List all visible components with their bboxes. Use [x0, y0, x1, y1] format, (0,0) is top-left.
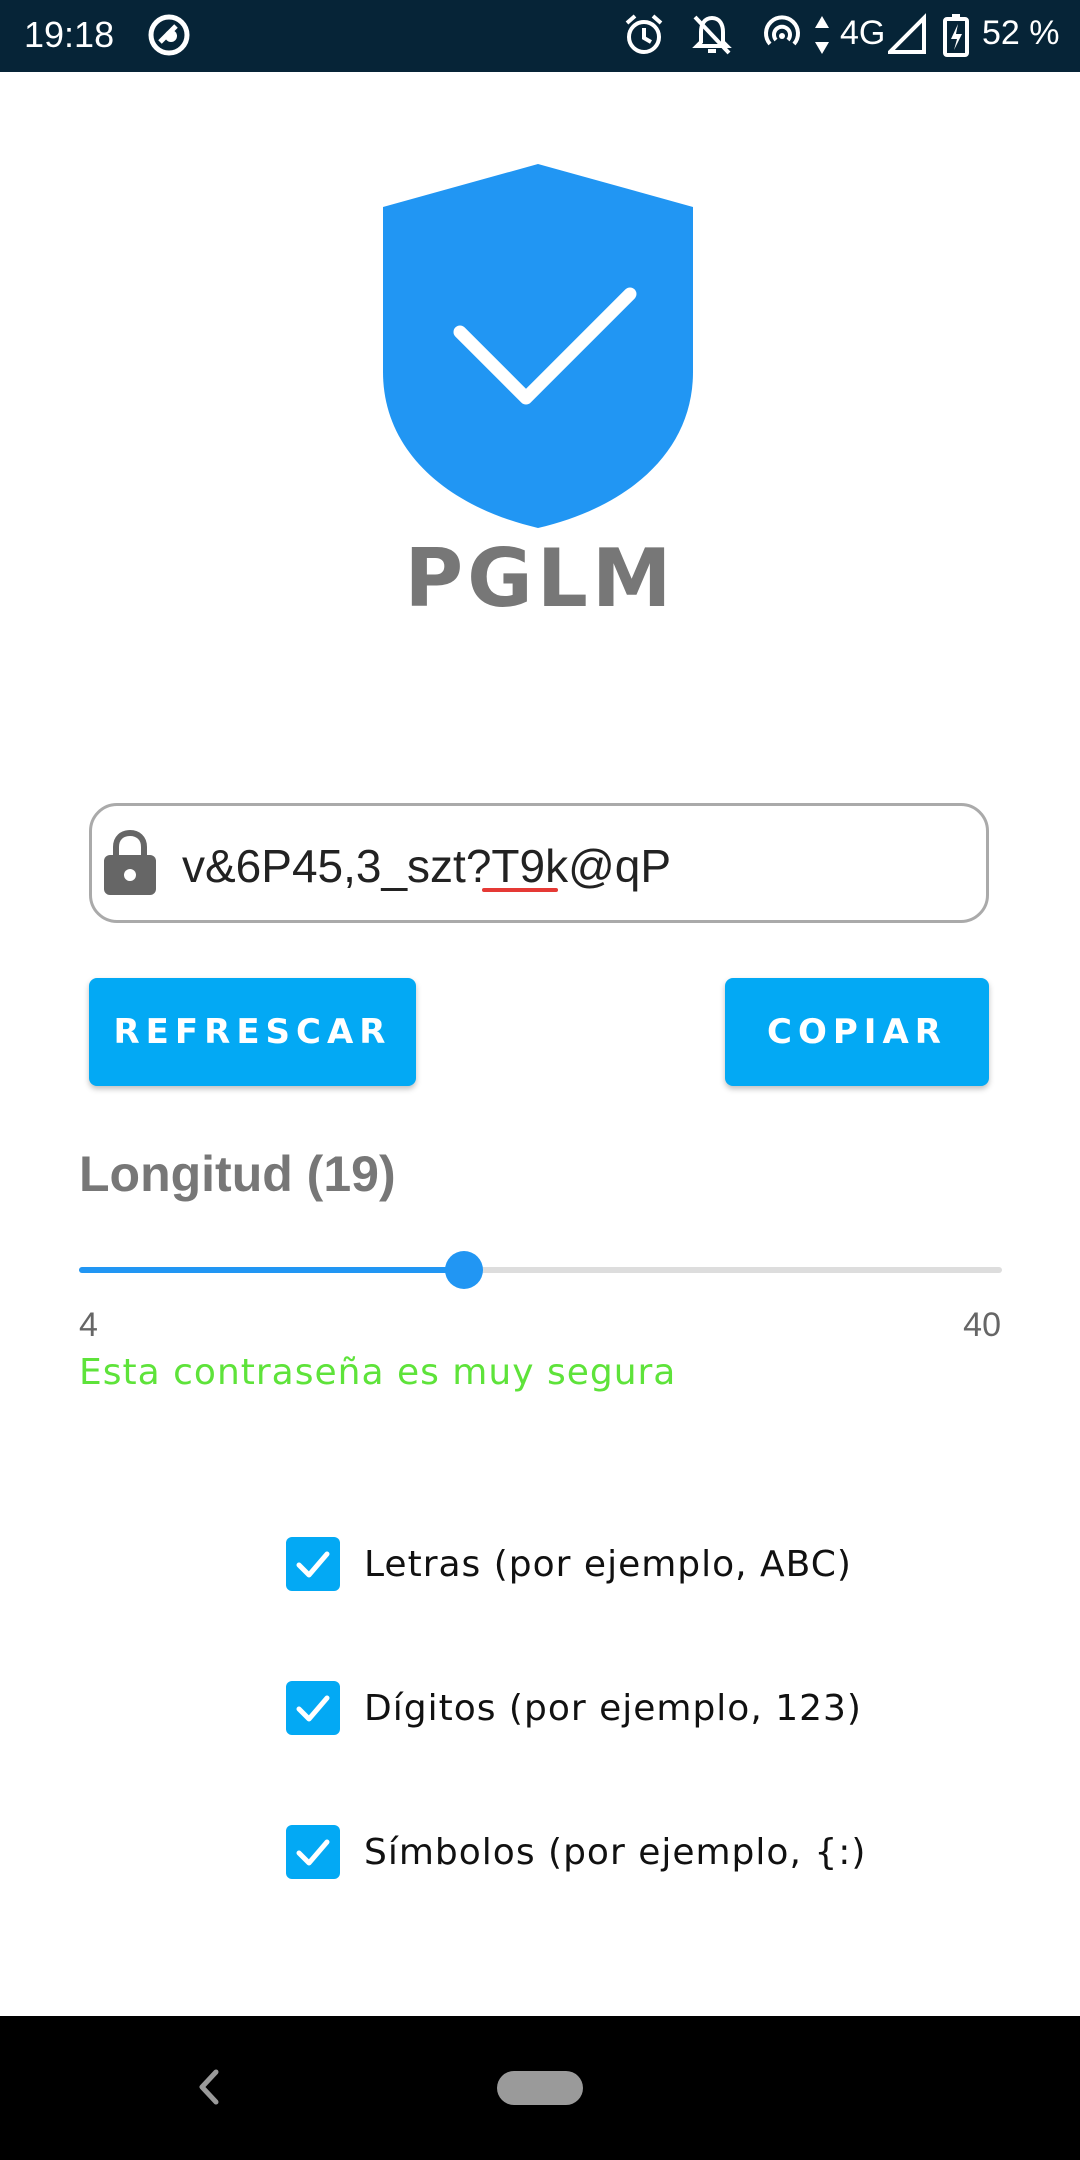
- do-not-disturb-icon: [692, 15, 732, 55]
- app-notification-icon: [148, 14, 190, 56]
- length-slider[interactable]: [79, 1248, 1002, 1292]
- slider-max-label: 40: [963, 1306, 1001, 1344]
- hotspot-icon: [764, 15, 800, 46]
- signal-icon: [888, 13, 926, 54]
- password-value[interactable]: v&6P45,3_szt?T9k@qP: [182, 839, 671, 893]
- length-label: Longitud (19): [79, 1146, 396, 1202]
- data-arrows-icon: [815, 16, 829, 54]
- password-field[interactable]: v&6P45,3_szt?T9k@qP: [89, 803, 989, 923]
- lock-icon: [104, 830, 156, 895]
- copy-button[interactable]: COPIAR: [725, 978, 989, 1086]
- checkbox-symbols[interactable]: [286, 1825, 340, 1879]
- battery-level: 52 %: [982, 14, 1060, 52]
- option-digits[interactable]: Dígitos (por ejemplo, 123): [286, 1680, 862, 1736]
- refresh-button[interactable]: REFRESCAR: [89, 978, 416, 1086]
- check-icon: [296, 1551, 330, 1578]
- home-pill-button[interactable]: [497, 2071, 583, 2105]
- strength-message: Esta contraseña es muy segura: [79, 1352, 677, 1393]
- navigation-bar: [0, 2016, 1080, 2160]
- status-bar: 19:18 4G 52 %: [0, 0, 1080, 72]
- network-type: 4G: [840, 14, 886, 52]
- check-icon: [296, 1839, 330, 1866]
- battery-charging-icon: [943, 14, 969, 57]
- app-title: PGLM: [404, 532, 676, 625]
- spellcheck-underline: [482, 888, 558, 892]
- checkbox-letters[interactable]: [286, 1537, 340, 1591]
- option-label: Símbolos (por ejemplo, {:): [364, 1831, 867, 1873]
- slider-min-label: 4: [79, 1306, 98, 1344]
- option-symbols[interactable]: Símbolos (por ejemplo, {:): [286, 1824, 866, 1880]
- shield-check-icon: [383, 164, 693, 528]
- check-icon: [296, 1695, 330, 1722]
- checkbox-digits[interactable]: [286, 1681, 340, 1735]
- back-icon[interactable]: [188, 2062, 228, 2112]
- option-letters[interactable]: Letras (por ejemplo, ABC): [286, 1536, 852, 1592]
- status-time: 19:18: [24, 14, 115, 55]
- alarm-icon: [625, 14, 663, 54]
- slider-thumb[interactable]: [444, 1251, 483, 1289]
- app-logo: [378, 162, 698, 530]
- option-label: Letras (por ejemplo, ABC): [364, 1543, 852, 1585]
- option-label: Dígitos (por ejemplo, 123): [364, 1687, 862, 1729]
- slider-fill: [79, 1267, 464, 1273]
